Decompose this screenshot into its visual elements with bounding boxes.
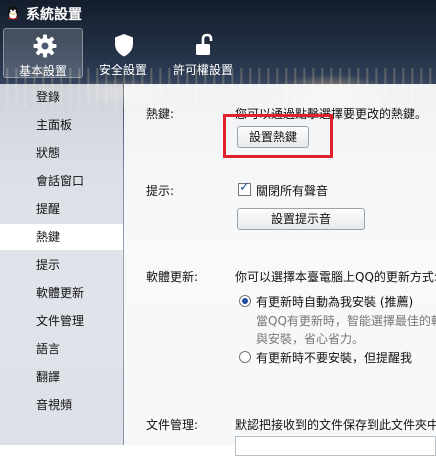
set-prompt-sound-button[interactable]: 設置提示音 xyxy=(237,208,365,230)
tab-basic-settings-label: 基本設置 xyxy=(18,64,67,78)
update-section-label: 軟體更新: xyxy=(146,270,199,284)
sidebar-item-status[interactable]: 狀態 xyxy=(0,140,123,166)
sidebar-item-chat-window[interactable]: 會話窗口 xyxy=(0,168,123,194)
mute-all-sounds-label: 關閉所有聲音 xyxy=(256,184,329,198)
tab-permission-settings-label: 許可權設置 xyxy=(172,63,233,77)
qq-logo-icon xyxy=(7,6,19,20)
auto-install-note-line1: 當QQ有更新時，智能選擇最佳的軟 xyxy=(256,314,436,328)
hotkey-section-label: 熱鍵: xyxy=(146,107,175,121)
title-bar: 系統設置 xyxy=(0,0,436,26)
update-description: 你可以選擇本臺電腦上QQ的更新方式: xyxy=(235,270,436,284)
files-description: 默認把接收到的文件保存到此文件夾中 xyxy=(235,418,436,432)
window-title: 系統設置 xyxy=(26,7,82,23)
auto-install-radio[interactable] xyxy=(239,295,251,307)
shield-icon xyxy=(115,34,133,57)
auto-install-note-line2: 與安裝，省心省力。 xyxy=(256,332,365,346)
sidebar-item-prompt[interactable]: 提示 xyxy=(0,252,123,278)
sidebar: 登錄 主面板 狀態 會話窗口 提醒 熱鍵 提示 軟體更新 文件管理 語言 翻譯 … xyxy=(0,84,123,445)
lock-icon xyxy=(196,33,213,55)
sidebar-item-translation[interactable]: 翻譯 xyxy=(0,364,123,390)
sidebar-item-audio-video[interactable]: 音視頻 xyxy=(0,392,123,418)
mute-all-sounds-checkbox[interactable] xyxy=(238,180,251,196)
sidebar-item-reminder[interactable]: 提醒 xyxy=(0,196,123,222)
toolbar: 基本設置 安全設置 許可權設置 xyxy=(0,26,436,80)
prompt-section-label: 提示: xyxy=(146,184,175,198)
tab-security-settings-label: 安全設置 xyxy=(98,63,147,77)
notify-only-radio[interactable] xyxy=(239,351,251,363)
auto-install-label: 有更新時自動為我安裝 (推薦) xyxy=(256,295,414,309)
gear-icon xyxy=(33,34,57,58)
tab-permission-settings[interactable]: 許可權設置 xyxy=(163,28,243,78)
sidebar-item-login[interactable]: 登錄 xyxy=(0,84,123,110)
files-section-label: 文件管理: xyxy=(146,418,199,432)
sidebar-item-main-panel[interactable]: 主面板 xyxy=(0,112,123,138)
file-path-input[interactable] xyxy=(235,436,436,456)
sidebar-item-hotkey[interactable]: 熱鍵 xyxy=(0,224,123,250)
sidebar-item-software-update[interactable]: 軟體更新 xyxy=(0,280,123,306)
notify-only-label: 有更新時不要安裝，但提醒我 xyxy=(256,351,413,365)
tab-basic-settings[interactable]: 基本設置 xyxy=(3,28,83,78)
sidebar-item-language[interactable]: 語言 xyxy=(0,336,123,362)
sidebar-item-file-management[interactable]: 文件管理 xyxy=(0,308,123,334)
highlight-box xyxy=(223,114,333,158)
tab-security-settings[interactable]: 安全設置 xyxy=(83,28,163,78)
